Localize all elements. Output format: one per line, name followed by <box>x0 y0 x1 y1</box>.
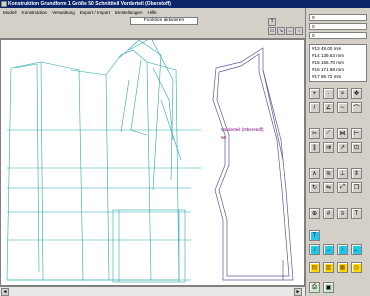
move-tool-icon[interactable]: ✥ <box>351 88 362 99</box>
curve-tool-icon[interactable]: ∼ <box>337 102 348 113</box>
plot-tool-icon[interactable]: ▣ <box>323 282 334 293</box>
list-item[interactable]: #17 85.72 mm <box>312 73 366 80</box>
scroll-right-button[interactable]: ► <box>294 288 302 296</box>
blue-arrow-left-icon[interactable]: ← <box>351 244 362 255</box>
menu-konstruktion[interactable]: Konstruktion <box>22 10 48 15</box>
list-item[interactable]: #14 139.63 mm <box>312 52 366 59</box>
horizontal-button[interactable]: ↔ <box>286 27 294 35</box>
active-piece <box>212 47 294 281</box>
app-icon <box>1 1 7 7</box>
menu-einstellungen[interactable]: Einstellungen <box>115 10 143 15</box>
rotate-tool-icon[interactable]: ↻ <box>309 182 320 193</box>
pattern-grid <box>6 40 201 283</box>
yellow-tool-1-icon[interactable]: ▤ <box>309 262 320 273</box>
parallel-tool-icon[interactable]: ∥ <box>309 142 320 153</box>
list-item[interactable]: #16 171.58 mm <box>312 66 366 73</box>
pleat-tool-icon[interactable]: ≋ <box>323 168 334 179</box>
angle-tool-icon[interactable]: ∠ <box>323 102 334 113</box>
window-title: Konstruktion Grundform 1 Größe 50 Schnit… <box>8 1 171 7</box>
blue-t-button-icon[interactable]: T <box>309 230 320 241</box>
yellow-tool-3-icon[interactable]: ▦ <box>337 262 348 273</box>
grid-tool-icon[interactable]: # <box>323 208 334 219</box>
arrow-button[interactable]: ↘ <box>277 27 285 35</box>
piece-size-label: 50 <box>221 135 227 140</box>
right-tool-panel: 0 0 0 #13 48.00 mm #14 139.63 mm #15 156… <box>305 8 370 296</box>
vertical-button[interactable]: ↕ <box>295 27 303 35</box>
blue-arrow-down-icon[interactable]: ↓ <box>309 244 320 255</box>
arc-tool-icon[interactable]: ⌒ <box>351 102 362 113</box>
cross-tool-icon[interactable]: × <box>337 88 348 99</box>
offset-tool-icon[interactable]: ⇉ <box>323 142 334 153</box>
frame-button[interactable]: ▭ <box>268 27 276 35</box>
point-tool-icon[interactable]: + <box>309 88 320 99</box>
dart-tool-icon[interactable]: ∧ <box>309 168 320 179</box>
menu-verwaltung[interactable]: Verwaltung <box>52 10 75 15</box>
extend-tool-icon[interactable]: ↗ <box>337 142 348 153</box>
print-tool-icon[interactable]: ⎙ <box>309 282 320 293</box>
trim-tool-icon[interactable]: ⊢ <box>351 128 362 139</box>
mirror-tool-icon[interactable]: ⇋ <box>323 182 334 193</box>
yellow-tool-2-icon[interactable]: ▥ <box>323 262 334 273</box>
line-tool-icon[interactable]: / <box>309 102 320 113</box>
function-status: Funktion aktivieren <box>130 17 198 25</box>
zoom-tool-icon[interactable]: ⊕ <box>309 208 320 219</box>
piece-label: Vorderteil (Oberstoff) <box>221 127 264 132</box>
dot-tool-icon[interactable]: · <box>323 88 334 99</box>
menu-modell[interactable]: Modell <box>3 10 17 15</box>
blue-arrow-right-icon[interactable]: → <box>323 244 334 255</box>
menu-hilfe[interactable]: Hilfe <box>148 10 157 15</box>
ruler-tool-icon[interactable]: ≡ <box>337 208 348 219</box>
text-tool-icon[interactable]: T <box>351 208 362 219</box>
yellow-tool-4-icon[interactable]: ◎ <box>351 262 362 273</box>
grain-tool-icon[interactable]: ⇕ <box>351 168 362 179</box>
pattern-drawing <box>6 40 294 283</box>
function-panel: Funktion aktivieren ▭ ↘ ↔ ↕ ? <box>0 16 305 39</box>
copy-tool-icon[interactable]: ❐ <box>351 182 362 193</box>
notch-tool-icon[interactable]: ⊥ <box>337 168 348 179</box>
scissors-tool-icon[interactable]: ✂ <box>309 128 320 139</box>
input-field-1[interactable]: 0 <box>309 14 367 21</box>
split-tool-icon[interactable]: ⟋ <box>323 128 334 139</box>
measurement-list[interactable]: #13 48.00 mm #14 139.63 mm #15 156.70 mm… <box>309 44 367 82</box>
list-item[interactable]: #15 156.70 mm <box>312 59 366 66</box>
help-button[interactable]: ? <box>268 18 276 26</box>
scroll-left-button[interactable]: ◄ <box>1 288 9 296</box>
horizontal-scrollbar[interactable]: ◄ ► <box>0 286 305 296</box>
scale-tool-icon[interactable]: ⤢ <box>337 182 348 193</box>
drawing-canvas[interactable]: Vorderteil (Oberstoff) 50 <box>0 39 305 286</box>
input-field-3[interactable]: 0 <box>309 32 367 39</box>
measure-tool-icon[interactable]: ⊡ <box>351 142 362 153</box>
blue-arrow-up-icon[interactable]: ↑ <box>337 244 348 255</box>
menu-export-import[interactable]: Export / Import <box>80 10 110 15</box>
list-item[interactable]: #13 48.00 mm <box>312 45 366 52</box>
join-tool-icon[interactable]: ⋈ <box>337 128 348 139</box>
input-field-2[interactable]: 0 <box>309 23 367 30</box>
title-bar: Konstruktion Grundform 1 Größe 50 Schnit… <box>0 0 370 8</box>
